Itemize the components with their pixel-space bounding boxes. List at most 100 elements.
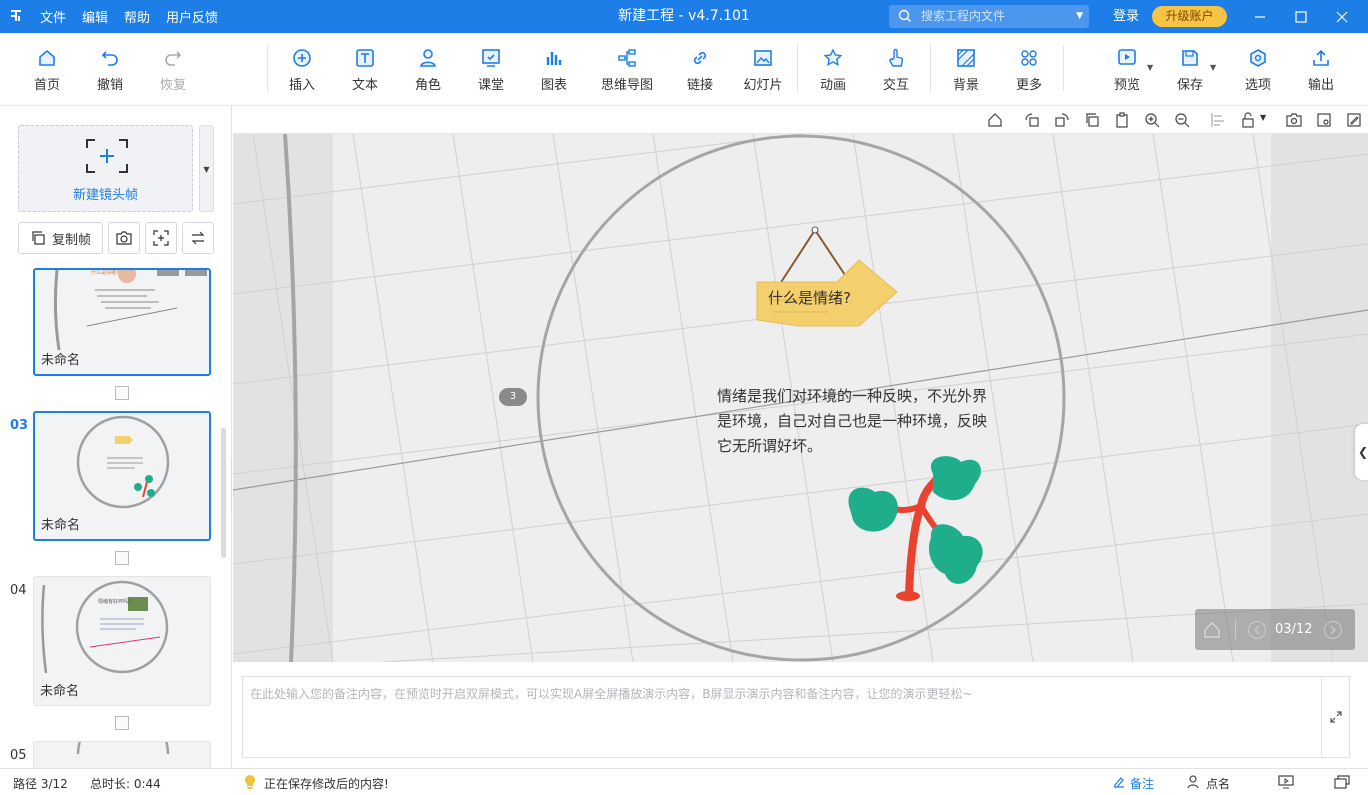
search-dropdown-icon[interactable]: ▼ — [1076, 5, 1083, 28]
home-icon — [39, 49, 55, 66]
link-button[interactable]: 链接 — [670, 48, 730, 93]
link-icon — [693, 51, 707, 65]
settings-doc-icon[interactable] — [1316, 112, 1332, 128]
new-frame-dropdown[interactable]: ▼ — [199, 125, 214, 212]
collapse-right-panel-button[interactable]: ❮ — [1355, 424, 1368, 480]
rollcall-button[interactable]: 点名 — [1206, 775, 1230, 792]
expand-icon — [1329, 711, 1342, 723]
interact-button[interactable]: 交互 — [866, 48, 926, 93]
frame-thumbnail[interactable]: 什么是情绪? 未命名 — [33, 268, 211, 376]
more-button[interactable]: 更多 — [999, 48, 1059, 93]
expand-notes-button[interactable] — [1321, 677, 1349, 757]
menu-file[interactable]: 文件 — [40, 7, 66, 26]
lock-icon[interactable] — [1240, 112, 1256, 128]
sign-text: 什么是情绪? — [768, 289, 851, 307]
camera-icon[interactable] — [1286, 112, 1302, 128]
camera-icon — [116, 231, 132, 245]
align-left-icon[interactable] — [1210, 112, 1226, 128]
login-link[interactable]: 登录 — [1113, 0, 1139, 33]
switch-order-button[interactable] — [182, 222, 214, 254]
more-label: 更多 — [1015, 78, 1042, 93]
background-icon — [957, 49, 975, 67]
paste-icon[interactable] — [1114, 112, 1130, 128]
zoom-in-icon[interactable] — [1144, 112, 1160, 128]
preview-dropdown-icon[interactable]: ▼ — [1147, 63, 1153, 72]
saving-status: 正在保存修改后的内容! — [264, 777, 389, 791]
copy-frame-label: 复制帧 — [51, 232, 91, 248]
rotate-right-icon[interactable] — [1054, 112, 1070, 128]
menu-feedback[interactable]: 用户反馈 — [166, 7, 218, 26]
export-icon — [1313, 49, 1329, 66]
text-button[interactable]: 文本 — [335, 48, 395, 93]
swap-icon — [191, 231, 205, 245]
slideshow-button[interactable]: 幻灯片 — [733, 48, 793, 93]
search-placeholder: 搜索工程内文件 — [921, 9, 1006, 23]
insert-button[interactable]: 插入 — [272, 48, 332, 93]
grid-more-icon — [1021, 50, 1037, 66]
home-button[interactable]: 首页 — [17, 48, 77, 93]
copy-icon[interactable] — [1084, 112, 1100, 128]
frame-preview-image — [41, 580, 169, 674]
frame-list-scrollbar[interactable] — [221, 428, 226, 558]
hand-pointer-icon — [889, 48, 904, 67]
screenshot-button[interactable] — [108, 222, 140, 254]
previous-frame-icon[interactable] — [1247, 620, 1267, 640]
home-icon[interactable] — [1203, 621, 1221, 639]
maximize-button[interactable] — [1281, 0, 1321, 33]
save-dropdown-icon[interactable]: ▼ — [1210, 63, 1216, 72]
mindmap-button[interactable]: 思维导图 — [592, 48, 662, 93]
mindmap-icon — [618, 49, 636, 67]
notes-textarea[interactable]: 在此处输入您的备注内容，在预览时开启双屏模式，可以实现A屏全屏播放演示内容，B屏… — [242, 676, 1350, 758]
next-frame-icon[interactable] — [1323, 620, 1343, 640]
minimize-button[interactable] — [1240, 0, 1280, 33]
copy-icon — [32, 231, 45, 245]
frame-badge[interactable]: 3 — [499, 391, 527, 402]
chevron-left-icon: ❮ — [1357, 445, 1368, 459]
role-button[interactable]: 角色 — [398, 48, 458, 93]
transition-icon[interactable] — [115, 386, 129, 400]
fit-frame-button[interactable] — [145, 222, 177, 254]
settings-icon — [1250, 49, 1266, 67]
frame-preview-image — [53, 270, 207, 351]
frame-thumbnail[interactable]: 情绪有好坏吗? 未命名 — [33, 576, 211, 706]
frame-thumbnail-selected[interactable]: 未命名 — [33, 411, 211, 541]
background-label: 背景 — [952, 78, 979, 93]
plus-circle-icon — [293, 49, 311, 67]
lock-dropdown-icon[interactable]: ▼ — [1260, 113, 1266, 122]
menu-help[interactable]: 帮助 — [124, 7, 150, 26]
animation-label: 动画 — [819, 78, 846, 93]
window-mode-icon[interactable] — [1334, 775, 1350, 789]
options-button[interactable]: 选项 — [1228, 48, 1288, 93]
new-frame-button[interactable]: 新建镜头帧 — [18, 125, 193, 212]
body-text: 情绪是我们对环境的一种反映，不光外界 是环境，自己对自己也是一种环境，反映 它无… — [717, 384, 987, 459]
close-button[interactable] — [1322, 0, 1362, 33]
animation-button[interactable]: 动画 — [803, 48, 863, 93]
upgrade-button[interactable]: 升级账户 — [1152, 6, 1227, 27]
copy-frame-button[interactable]: 复制帧 — [18, 222, 103, 254]
redo-button[interactable]: 恢复 — [143, 48, 203, 93]
background-button[interactable]: 背景 — [936, 48, 996, 93]
transition-icon[interactable] — [115, 716, 129, 730]
chart-button[interactable]: 图表 — [524, 48, 584, 93]
transition-icon[interactable] — [115, 551, 129, 565]
search-input[interactable]: 搜索工程内文件 ▼ — [889, 5, 1089, 28]
classroom-button[interactable]: 课堂 — [461, 48, 521, 93]
zoom-out-icon[interactable] — [1174, 112, 1190, 128]
home-view-icon[interactable] — [987, 112, 1003, 128]
edit-icon[interactable] — [1346, 112, 1362, 128]
close-icon — [1336, 11, 1348, 22]
menu-edit[interactable]: 编辑 — [82, 7, 108, 26]
toolbar-divider — [267, 45, 268, 91]
notes-toggle[interactable]: 备注 — [1130, 775, 1154, 792]
path-indicator: 路径 3/12 — [13, 777, 68, 791]
body-text-line: 是环境，自己对自己也是一种环境，反映 — [717, 412, 988, 430]
export-button[interactable]: 输出 — [1291, 48, 1351, 93]
rotate-left-icon[interactable] — [1024, 112, 1040, 128]
screen-icon[interactable] — [1278, 775, 1294, 789]
chart-label: 图表 — [540, 78, 567, 93]
preview-label: 预览 — [1113, 78, 1140, 93]
frame-thumbnail[interactable] — [33, 741, 211, 768]
undo-button[interactable]: 撤销 — [80, 48, 140, 93]
editing-canvas[interactable]: 什么是情绪? 3 情绪是我们对环境的一种反映，不光外界 是环境，自己对自己也是一… — [233, 134, 1368, 662]
menu-bar: 文件 编辑 帮助 用户反馈 — [40, 0, 218, 33]
